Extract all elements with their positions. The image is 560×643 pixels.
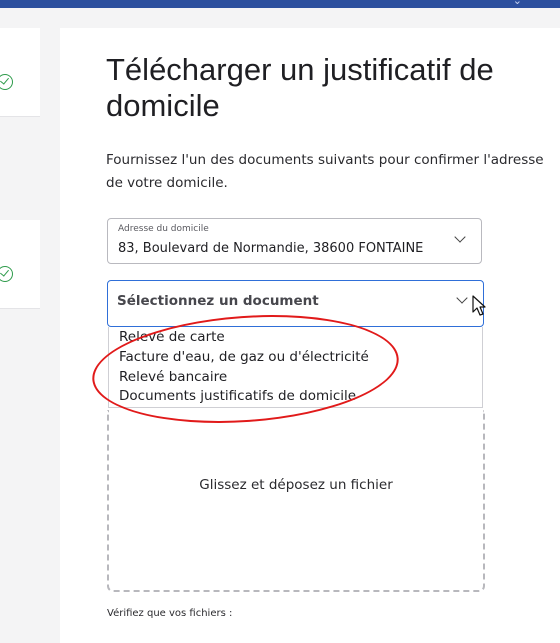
chevron-down-icon (454, 231, 466, 243)
address-select[interactable]: Adresse du domicile 83, Boulevard de Nor… (107, 218, 482, 264)
verify-label: Vérifiez que vos fichiers : (107, 608, 233, 619)
file-dropzone[interactable]: Glissez et déposez un fichier (107, 410, 485, 592)
page-title: Télécharger un justificatif de domicile (106, 52, 494, 123)
top-header-bar: ⌄ (0, 0, 560, 8)
step-card-1[interactable] (0, 28, 40, 117)
mouse-cursor-icon (472, 295, 486, 316)
chevron-down-icon (456, 292, 468, 304)
document-select-placeholder: Sélectionnez un document (117, 293, 319, 309)
page-intro: Fournissez l'un des documents suivants p… (106, 152, 544, 191)
address-field-value: 83, Boulevard de Normandie, 38600 FONTAI… (118, 241, 424, 256)
checkmark-circle-icon (0, 266, 13, 282)
checkmark-circle-icon (0, 74, 13, 90)
chevron-down-icon[interactable]: ⌄ (513, 0, 522, 7)
step-card-2[interactable] (0, 220, 40, 309)
address-field-label: Adresse du domicile (118, 224, 209, 234)
dropzone-label: Glissez et déposez un fichier (199, 477, 393, 493)
